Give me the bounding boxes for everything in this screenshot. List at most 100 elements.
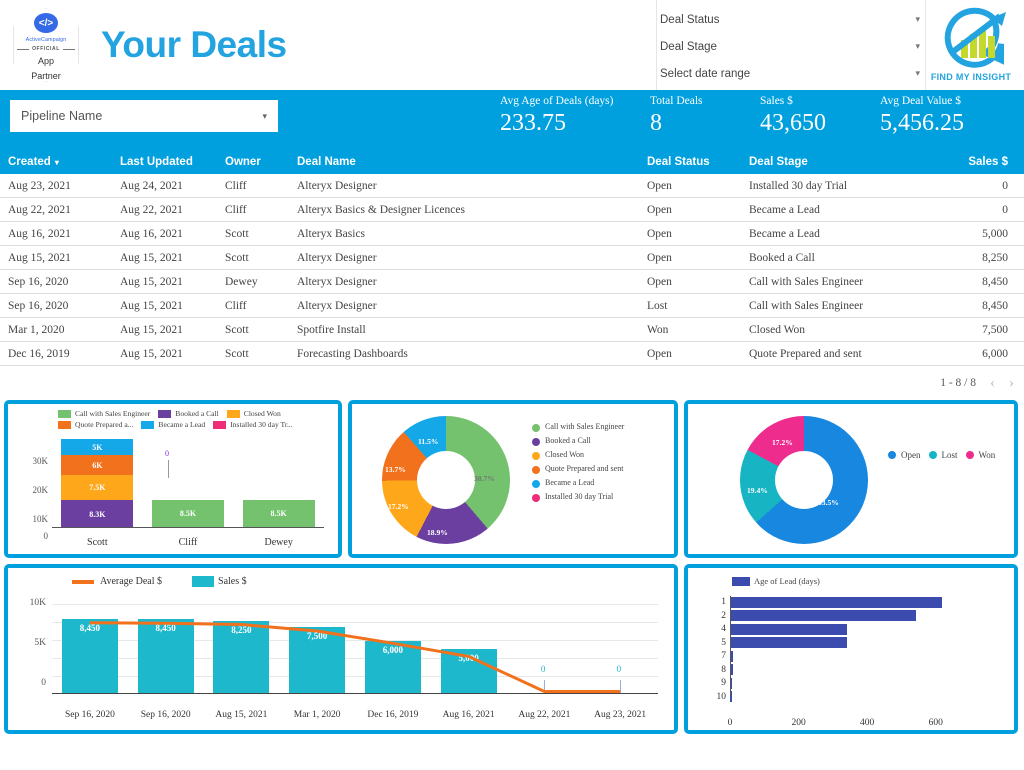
bar-segment[interactable]: 8.3K <box>61 500 134 528</box>
table-row[interactable]: Aug 22, 2021 Aug 22, 2021 Cliff Alteryx Bas… <box>0 198 1024 222</box>
cell-deal-status: Lost <box>647 299 668 312</box>
chevron-down-icon[interactable]: ▾ <box>915 14 920 25</box>
slice-label-0: 63.5% <box>818 498 839 507</box>
column-header-last-updated[interactable]: Last Updated <box>120 156 225 168</box>
pipeline-name-select[interactable]: Pipeline Name ▾ <box>10 100 278 132</box>
hbar[interactable] <box>730 637 848 649</box>
bar-group-scott[interactable]: 5K 6K 7.5K 8.3K <box>52 438 143 528</box>
legend-item-2[interactable]: Closed Won <box>226 409 281 418</box>
table-row[interactable]: Aug 23, 2021 Aug 24, 2021 Cliff Alteryx Des… <box>0 174 1024 198</box>
chart-donut-deal-stage[interactable]: 38.7% 18.9% 17.2% 13.7% 11.5% Call with … <box>348 400 678 558</box>
column-header-created[interactable]: Created ▾ <box>0 156 120 168</box>
bar-group-dewey[interactable]: 8.5K <box>233 499 324 528</box>
bar-group-cliff[interactable]: 8.5K <box>143 499 234 528</box>
legend-item-4[interactable]: Became a Lead <box>532 478 660 488</box>
filter-date-range-label: Select date range <box>660 67 751 80</box>
legend-item-1[interactable]: Booked a Call <box>158 409 219 418</box>
chevron-down-icon[interactable]: ▾ <box>915 68 920 79</box>
slice-label-2: 17.2% <box>772 438 793 447</box>
bar-segment[interactable]: 8.5K <box>152 499 224 528</box>
legend-dot-icon <box>532 494 540 502</box>
legend-item-3[interactable]: Quote Prepared and sent <box>532 464 660 474</box>
column-header-owner[interactable]: Owner <box>225 156 297 168</box>
filter-date-range[interactable]: Select date range ▾ <box>660 60 920 87</box>
legend-item-age-of-lead[interactable]: Age of Lead (days) <box>732 576 820 586</box>
hbar-row-1[interactable]: 1 <box>721 596 980 609</box>
bar-segment[interactable]: 7.5K <box>61 475 134 501</box>
table-row[interactable]: Aug 16, 2021 Aug 16, 2021 Scott Alteryx Bas… <box>0 222 1024 246</box>
slice-label-1: 18.9% <box>427 528 448 537</box>
hbar-row-8[interactable]: 8 <box>721 664 980 677</box>
bar[interactable]: 6,000 <box>364 640 421 694</box>
sort-caret-icon[interactable]: ▾ <box>55 158 59 167</box>
hbar[interactable] <box>730 596 942 608</box>
legend-item-sales[interactable]: Sales $ <box>192 576 247 587</box>
hbar-row-5[interactable]: 5 <box>721 637 980 650</box>
table-row[interactable]: Sep 16, 2020 Aug 15, 2021 Cliff Alteryx Des… <box>0 294 1024 318</box>
cell-deal-stage: Quote Prepared and sent <box>749 347 862 360</box>
legend-item-1[interactable]: Lost <box>928 450 958 460</box>
hbar-row-9[interactable]: 9 <box>721 677 980 690</box>
legend-item-1[interactable]: Booked a Call <box>532 436 660 446</box>
table-row[interactable]: Dec 16, 2019 Aug 15, 2021 Scott Forecasting… <box>0 342 1024 366</box>
hbar[interactable] <box>730 610 917 622</box>
bar-segment[interactable]: 5K <box>61 438 134 456</box>
legend-item-3[interactable]: Quote Prepared a... <box>58 420 133 429</box>
chart-legend: Open Lost Won <box>888 450 1003 467</box>
table-row[interactable]: Aug 15, 2021 Aug 15, 2021 Scott Alteryx Des… <box>0 246 1024 270</box>
x-tick-label: Scott <box>87 537 108 548</box>
deals-table: Created ▾ Last Updated Owner Deal Name De… <box>0 150 1024 366</box>
cell-created: Sep 16, 2020 <box>8 299 69 312</box>
column-header-deal-status[interactable]: Deal Status <box>647 156 749 168</box>
bar-slot-5[interactable]: 5,000 <box>431 604 507 694</box>
column-header-sales[interactable]: Sales $ <box>949 156 1024 168</box>
legend-item-average-deal[interactable]: Average Deal $ <box>72 576 162 587</box>
filter-deal-stage[interactable]: Deal Stage ▾ <box>660 33 920 60</box>
hbar-row-2[interactable]: 2 <box>721 610 980 623</box>
cell-deal-stage: Booked a Call <box>749 251 815 264</box>
legend-item-2[interactable]: Closed Won <box>532 450 660 460</box>
legend-item-0[interactable]: Open <box>888 450 921 460</box>
chart-plot-area: 8,450 8,450 8,250 7,500 6,000 5,000 0 0 <box>52 604 658 694</box>
column-header-deal-name[interactable]: Deal Name <box>297 156 647 168</box>
hbar-row-4[interactable]: 4 <box>721 623 980 636</box>
kpi-avg-age-of-deals: Avg Age of Deals (days) 233.75 <box>500 90 650 150</box>
cell-deal-name: Spotfire Install <box>297 323 366 336</box>
chevron-down-icon[interactable]: ▾ <box>262 111 267 122</box>
page-header: </> ActiveCampaign OFFICIAL App Partner … <box>0 0 1024 90</box>
chart-donut-deal-status[interactable]: 63.5% 19.4% 17.2% Open Lost Won <box>684 400 1018 558</box>
legend-item-0[interactable]: Call with Sales Engineer <box>532 422 660 432</box>
table-row[interactable]: Sep 16, 2020 Aug 15, 2021 Dewey Alteryx Des… <box>0 270 1024 294</box>
chart-stacked-sales-by-owner[interactable]: Call with Sales Engineer Booked a Call Clo… <box>4 400 342 558</box>
table-pagination: 1 - 8 / 8 ‹ › <box>0 366 1024 400</box>
column-header-deal-stage[interactable]: Deal Stage <box>749 156 949 168</box>
cell-created: Aug 23, 2021 <box>8 179 71 192</box>
chevron-down-icon[interactable]: ▾ <box>915 41 920 52</box>
filter-deal-status[interactable]: Deal Status ▾ <box>660 6 920 33</box>
legend-item-4[interactable]: Became a Lead <box>141 420 205 429</box>
chart-hbar-age-of-lead[interactable]: Age of Lead (days) 1 2 4 5 7 8 9 10 0 200 400 600 <box>684 564 1018 734</box>
legend-item-0[interactable]: Call with Sales Engineer <box>58 409 150 418</box>
x-tick-label: Aug 16, 2021 <box>442 710 495 720</box>
hbar-row-10[interactable]: 10 <box>717 691 980 704</box>
bar-segment[interactable]: 6K <box>61 455 134 476</box>
legend-label: Lost <box>941 450 958 460</box>
pagination-next-button[interactable]: › <box>1009 375 1014 392</box>
legend-item-5[interactable]: Installed 30 day Trial <box>532 492 660 502</box>
legend-item-5[interactable]: Installed 30 day Tr... <box>213 420 293 429</box>
y-tick-label: 1 <box>721 597 726 608</box>
cell-sales: 8,450 <box>982 299 1008 312</box>
kpi-value: 5,456.25 <box>880 110 964 136</box>
legend-item-2[interactable]: Won <box>965 450 995 460</box>
chart-combo-sales-avg-deal[interactable]: Average Deal $ Sales $ 10K 5K 0 8,450 8,… <box>4 564 678 734</box>
kpi-label: Total Deals <box>650 95 703 107</box>
y-tick-label: 4 <box>721 624 726 635</box>
bar-segment[interactable]: 8.5K <box>242 499 315 528</box>
pagination-prev-button[interactable]: ‹ <box>990 375 995 392</box>
hbar-row-7[interactable]: 7 <box>721 650 980 663</box>
bar-slot-7[interactable]: 0 <box>582 604 658 694</box>
x-tick-label: Aug 22, 2021 <box>518 710 571 720</box>
hbar[interactable] <box>730 623 848 635</box>
table-row[interactable]: Mar 1, 2020 Aug 15, 2021 Scott Spotfire Ins… <box>0 318 1024 342</box>
cell-last-updated: Aug 16, 2021 <box>120 227 183 240</box>
